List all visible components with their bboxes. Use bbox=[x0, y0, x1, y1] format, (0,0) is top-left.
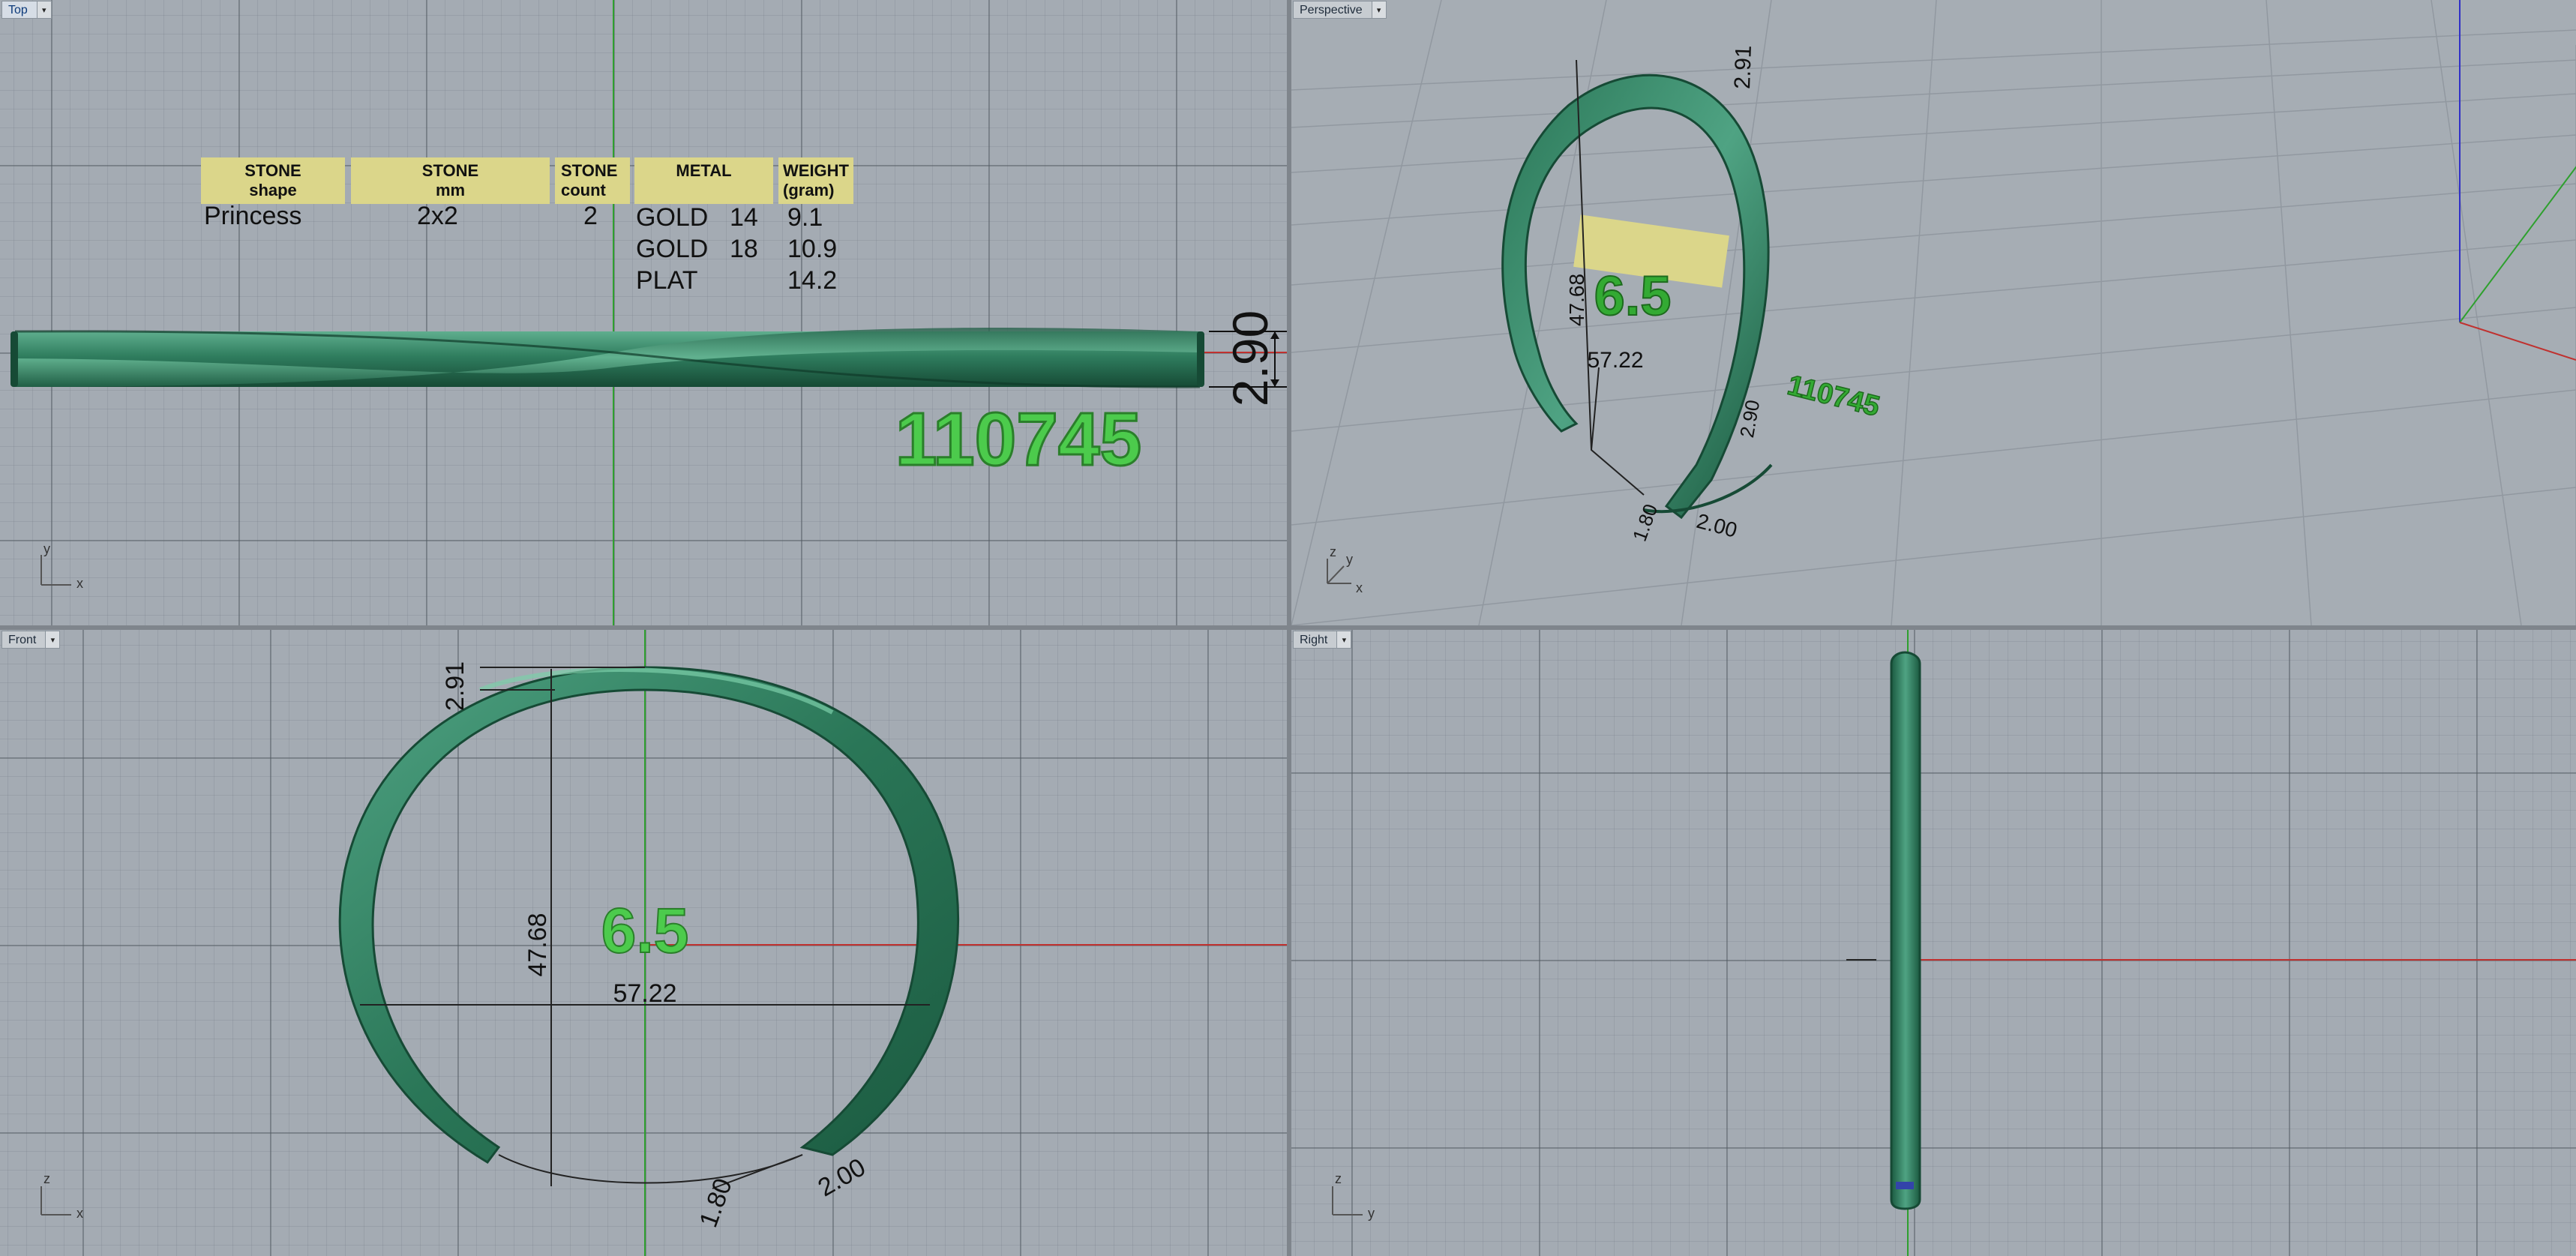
height-dimension-label: 47.68 bbox=[523, 913, 552, 976]
viewport-right[interactable]: Right ▾ z y bbox=[1291, 630, 2576, 1256]
band-end-left bbox=[10, 331, 18, 387]
axis-gizmo-right bbox=[1332, 1186, 1363, 1216]
header-stone-shape: STONE shape bbox=[201, 157, 345, 204]
cell-metal-1: GOLD bbox=[636, 203, 709, 232]
viewport-front[interactable]: Front ▾ 6.5 57.22 47.68 2.91 1.80 2.00 z… bbox=[0, 630, 1287, 1256]
axis-label-x: x bbox=[76, 576, 83, 591]
cell-stone-mm: 2x2 bbox=[417, 202, 458, 230]
cell-stone-shape: Princess bbox=[204, 202, 302, 230]
thickness-dimension-label: 2.91 bbox=[1730, 45, 1756, 90]
right-view-scene: z y bbox=[1332, 630, 2576, 1256]
width-dimension-label: 2.90 bbox=[1222, 310, 1278, 406]
cell-weight-2: 10.9 bbox=[787, 235, 838, 263]
axis-label-z: z bbox=[43, 1171, 50, 1186]
viewport-label-top[interactable]: Top ▾ bbox=[1, 1, 52, 19]
cell-karat-1: 14 bbox=[730, 203, 758, 232]
band-end-right bbox=[1197, 331, 1204, 387]
cell-weight-3: 14.2 bbox=[787, 266, 838, 295]
gap-dimension-label-b: 2.00 bbox=[1694, 509, 1740, 542]
viewport-title[interactable]: Front bbox=[1, 631, 46, 649]
thickness-dimension-label: 2.91 bbox=[441, 661, 469, 711]
ring-size-label: 6.5 bbox=[601, 895, 689, 966]
axis-gizmo-front bbox=[40, 1186, 71, 1216]
axis-label-x: x bbox=[76, 1206, 83, 1221]
rhino-four-viewport-layout: Top ▾ 2.90 110745 y x STONE shape STONE … bbox=[0, 0, 2576, 1256]
header-stone-count: STONE count bbox=[555, 157, 630, 204]
cell-weight-1: 9.1 bbox=[787, 203, 823, 232]
model-number-label: 110745 bbox=[1784, 370, 1882, 423]
top-view-scene: 2.90 110745 y x bbox=[10, 0, 1287, 625]
inner-width-label: 57.22 bbox=[1587, 348, 1643, 373]
viewport-title[interactable]: Right bbox=[1293, 631, 1338, 649]
axis-label-z: z bbox=[1330, 544, 1336, 559]
viewport-menu-chevron-icon[interactable]: ▾ bbox=[1372, 1, 1387, 19]
cell-metal-2: GOLD bbox=[636, 235, 709, 263]
viewport-menu-chevron-icon[interactable]: ▾ bbox=[37, 1, 52, 19]
viewport-perspective[interactable]: Perspective ▾ 6.5 57.22 110745 47.68 2.9… bbox=[1291, 0, 2576, 625]
perspective-grid bbox=[1291, 0, 2576, 625]
y-axis-line bbox=[2459, 166, 2576, 323]
band-gap-marker bbox=[1896, 1182, 1914, 1189]
axis-label-x: x bbox=[1356, 580, 1363, 595]
gap-dimension-label-a: 1.80 bbox=[1628, 501, 1663, 544]
cell-karat-2: 18 bbox=[730, 235, 758, 263]
viewport-label-front[interactable]: Front ▾ bbox=[1, 631, 61, 649]
ring-size-label: 6.5 bbox=[1594, 265, 1672, 327]
axis-label-y: y bbox=[1368, 1206, 1375, 1221]
axis-label-z: z bbox=[1335, 1171, 1342, 1186]
header-stone-mm: STONE mm bbox=[351, 157, 550, 204]
model-number-label: 110745 bbox=[895, 397, 1141, 481]
front-view-scene: 6.5 57.22 47.68 2.91 1.80 2.00 z x bbox=[40, 630, 1287, 1256]
viewport-menu-chevron-icon[interactable]: ▾ bbox=[1337, 631, 1352, 649]
bracelet-side-profile bbox=[1890, 651, 1921, 1210]
header-metal: METAL bbox=[634, 157, 773, 204]
viewport-top[interactable]: Top ▾ 2.90 110745 y x STONE shape STONE … bbox=[0, 0, 1287, 625]
cell-stone-count: 2 bbox=[583, 202, 598, 230]
viewport-label-right[interactable]: Right ▾ bbox=[1293, 631, 1352, 649]
inner-width-label: 57.22 bbox=[613, 979, 676, 1008]
axis-gizmo-top bbox=[40, 555, 71, 586]
gap-dimension-label-a: 1.80 bbox=[694, 1175, 737, 1231]
header-weight: WEIGHT (gram) bbox=[778, 157, 853, 204]
stone-info-table: STONE shape STONE mm STONE count METAL WEIG… bbox=[201, 157, 853, 300]
viewport-menu-chevron-icon[interactable]: ▾ bbox=[46, 631, 61, 649]
axis-label-y: y bbox=[1346, 552, 1353, 567]
viewport-title[interactable]: Perspective bbox=[1293, 1, 1372, 19]
viewport-label-perspective[interactable]: Perspective ▾ bbox=[1293, 1, 1387, 19]
cell-metal-3: PLAT bbox=[636, 266, 698, 295]
gap-dimension-label-b: 2.00 bbox=[813, 1153, 870, 1202]
axis-label-y: y bbox=[43, 541, 50, 556]
viewport-title[interactable]: Top bbox=[1, 1, 37, 19]
bracelet-gap-arc bbox=[498, 1154, 803, 1184]
perspective-view-scene: 6.5 57.22 110745 47.68 2.90 2.91 2.00 1.… bbox=[1291, 0, 2576, 625]
